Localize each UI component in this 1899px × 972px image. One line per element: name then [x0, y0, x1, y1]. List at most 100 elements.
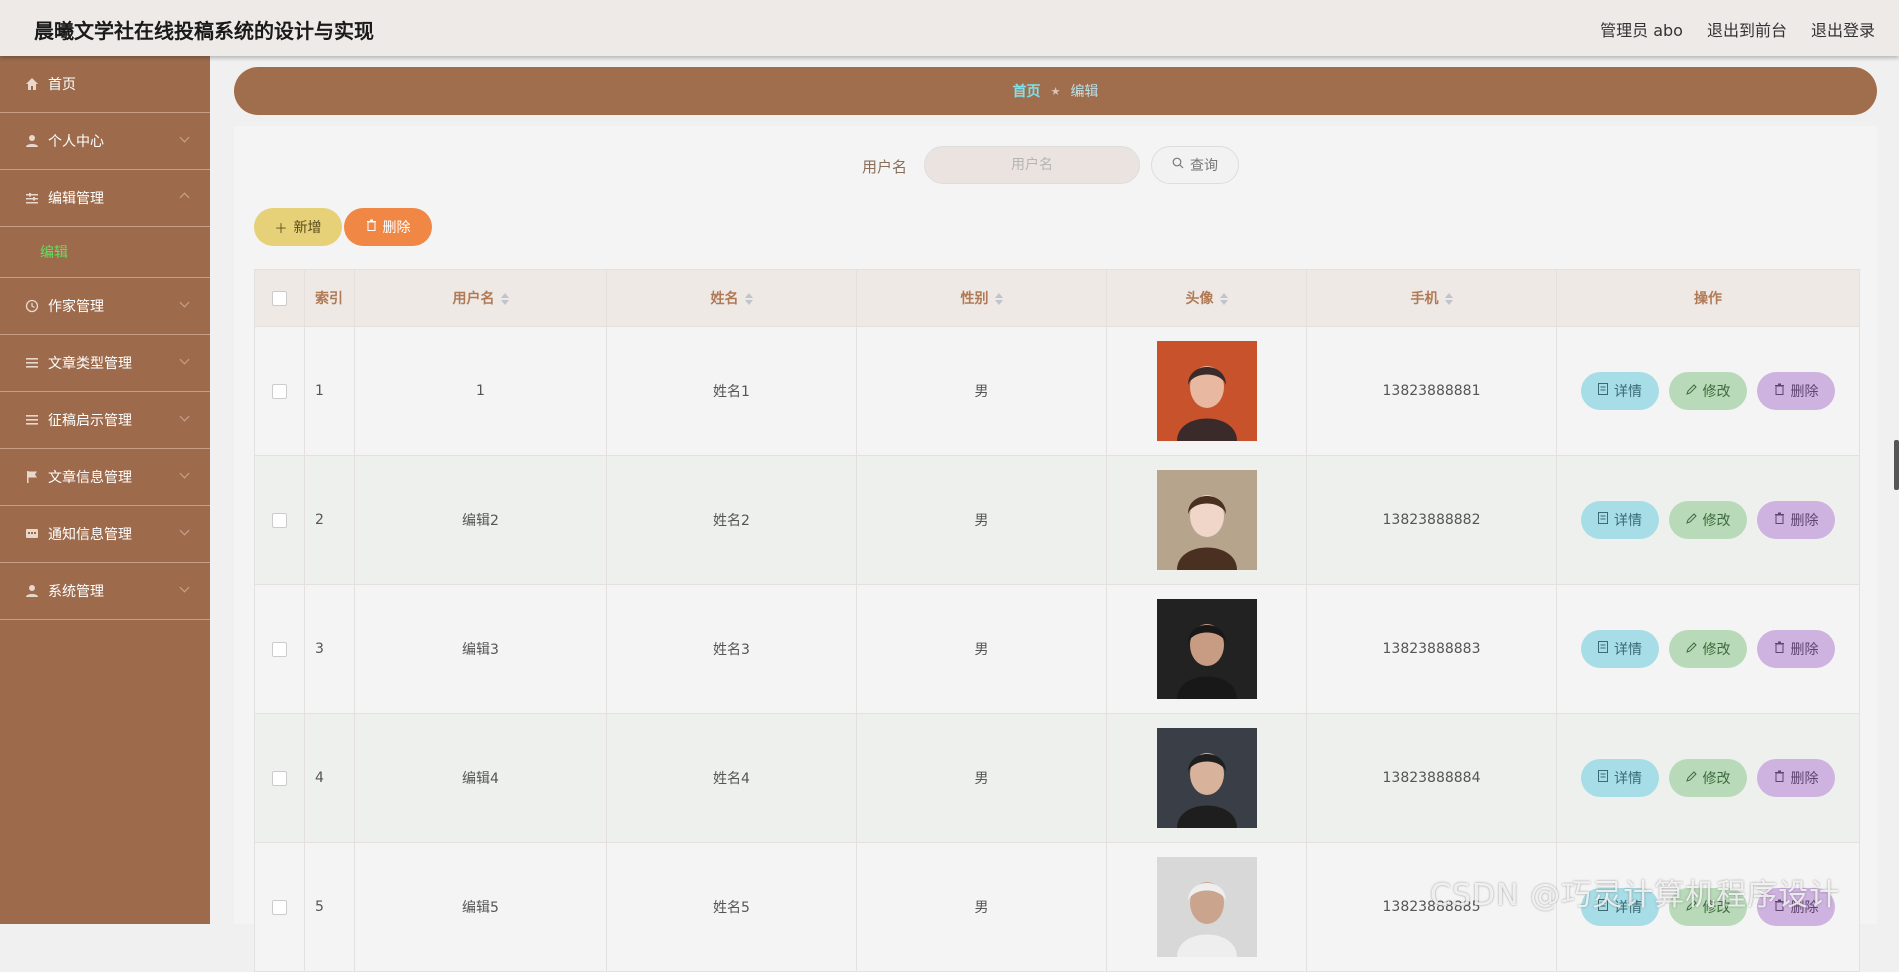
avatar-image[interactable]	[1156, 470, 1257, 570]
delete-button-label: 删除	[1790, 512, 1819, 529]
breadcrumb-home[interactable]: 首页	[1013, 81, 1041, 101]
edit-button[interactable]: 修改	[1669, 759, 1747, 798]
app-title: 晨曦文学社在线投稿系统的设计与实现	[34, 19, 374, 43]
column-header-name[interactable]: 姓名	[606, 269, 857, 327]
sidebar-item-article-type-management[interactable]: 文章类型管理	[0, 335, 210, 392]
detail-button-label: 详情	[1614, 383, 1642, 400]
sidebar-item-label: 个人中心	[48, 134, 104, 150]
watermark: CSDN @巧灵计算机程序设计	[1430, 878, 1841, 913]
detail-button[interactable]: 详情	[1581, 629, 1659, 668]
column-header-username[interactable]: 用户名	[354, 269, 607, 327]
cell-gender: 男	[856, 842, 1107, 972]
column-header-label: 手机	[1410, 291, 1439, 307]
page-scrollbar[interactable]	[1894, 440, 1899, 490]
detail-button[interactable]: 详情	[1581, 758, 1659, 797]
row-checkbox[interactable]	[272, 641, 287, 657]
table-row: 1 1 姓名1 男 13823888881 详情 修改 删除	[254, 326, 1860, 456]
avatar-image[interactable]	[1156, 341, 1257, 441]
column-header-gender[interactable]: 性别	[856, 269, 1107, 327]
select-all-checkbox[interactable]	[272, 290, 287, 306]
row-checkbox[interactable]	[272, 899, 287, 915]
list-icon	[24, 355, 40, 371]
logout-link[interactable]: 退出登录	[1811, 17, 1875, 41]
delete-button[interactable]: 删除	[1757, 629, 1835, 668]
sidebar-item-system-management[interactable]: 系统管理	[0, 563, 210, 620]
pencil-icon	[1685, 642, 1697, 657]
sidebar-item-call-for-papers-management[interactable]: 征稿启示管理	[0, 392, 210, 449]
delete-button-label: 删除	[1790, 770, 1819, 787]
select-all-checkbox-cell	[254, 269, 305, 327]
breadcrumb-current: 编辑	[1070, 84, 1099, 100]
cell-gender: 男	[856, 713, 1107, 843]
detail-button-label: 详情	[1614, 512, 1642, 529]
document-icon	[1598, 382, 1608, 399]
sort-icon	[1219, 293, 1228, 305]
sort-icon	[1444, 293, 1453, 305]
chevron-down-icon	[179, 297, 190, 308]
sidebar-item-label: 系统管理	[48, 584, 104, 600]
add-button-label: 新增	[293, 220, 322, 236]
batch-delete-button[interactable]: 删除	[344, 208, 432, 246]
delete-button[interactable]: 删除	[1757, 758, 1835, 797]
sidebar-item-label: 文章类型管理	[48, 356, 132, 372]
search-button-label: 查询	[1190, 158, 1218, 174]
sidebar-item-writer-management[interactable]: 作家管理	[0, 278, 210, 335]
cell-avatar	[1106, 326, 1307, 456]
edit-button[interactable]: 修改	[1669, 501, 1747, 540]
detail-button[interactable]: 详情	[1581, 371, 1659, 410]
edit-button-label: 修改	[1702, 513, 1731, 530]
username-search-input[interactable]	[924, 146, 1140, 184]
row-checkbox-cell	[254, 842, 305, 972]
table-row: 2 编辑2 姓名2 男 13823888882 详情 修改 删除	[254, 455, 1860, 585]
sidebar-item-label: 通知信息管理	[48, 527, 132, 543]
chevron-down-icon	[179, 525, 190, 536]
delete-button[interactable]: 删除	[1757, 500, 1835, 539]
message-icon	[24, 526, 40, 542]
row-checkbox[interactable]	[272, 770, 287, 786]
admin-user-label[interactable]: 管理员 abo	[1600, 17, 1683, 41]
column-header-phone[interactable]: 手机	[1306, 269, 1557, 327]
cell-avatar	[1106, 842, 1307, 972]
search-button[interactable]: 查询	[1151, 146, 1239, 184]
sort-icon	[744, 293, 753, 305]
edit-button[interactable]: 修改	[1669, 630, 1747, 669]
trash-icon	[1774, 512, 1785, 528]
cell-actions: 详情 修改 删除	[1556, 455, 1860, 585]
sidebar-item-notice-info-management[interactable]: 通知信息管理	[0, 506, 210, 563]
row-checkbox[interactable]	[272, 512, 287, 528]
cell-gender: 男	[856, 326, 1107, 456]
cell-index: 3	[304, 584, 355, 714]
cell-name: 姓名2	[606, 455, 857, 585]
cell-avatar	[1106, 713, 1307, 843]
user-icon	[24, 583, 40, 599]
sidebar-item-home[interactable]: 首页	[0, 56, 210, 113]
sidebar-item-article-info-management[interactable]: 文章信息管理	[0, 449, 210, 506]
cell-gender: 男	[856, 584, 1107, 714]
row-checkbox[interactable]	[272, 383, 287, 399]
row-checkbox-cell	[254, 326, 305, 456]
cell-name: 姓名4	[606, 713, 857, 843]
avatar-image[interactable]	[1156, 728, 1257, 828]
chevron-down-icon	[179, 582, 190, 593]
pencil-icon	[1685, 384, 1697, 399]
avatar-image[interactable]	[1156, 599, 1257, 699]
avatar-image[interactable]	[1156, 857, 1257, 957]
sidebar-subitem-editor[interactable]: 编辑	[0, 227, 210, 278]
back-to-front-link[interactable]: 退出到前台	[1707, 17, 1787, 41]
sidebar-item-editor-management[interactable]: 编辑管理	[0, 170, 210, 227]
cell-avatar	[1106, 584, 1307, 714]
detail-button[interactable]: 详情	[1581, 500, 1659, 539]
column-header-label: 性别	[960, 291, 989, 307]
sidebar-item-label: 首页	[48, 77, 76, 93]
column-header-avatar[interactable]: 头像	[1106, 269, 1307, 327]
sidebar-item-personal-center[interactable]: 个人中心	[0, 113, 210, 170]
sidebar-item-label: 作家管理	[48, 299, 104, 315]
add-button[interactable]: ＋ 新增	[254, 208, 342, 246]
cell-index: 4	[304, 713, 355, 843]
delete-button[interactable]: 删除	[1757, 371, 1835, 410]
trash-icon	[1774, 770, 1785, 786]
edit-button[interactable]: 修改	[1669, 372, 1747, 411]
chevron-up-icon	[179, 192, 190, 203]
row-checkbox-cell	[254, 713, 305, 843]
cell-actions: 详情 修改 删除	[1556, 326, 1860, 456]
